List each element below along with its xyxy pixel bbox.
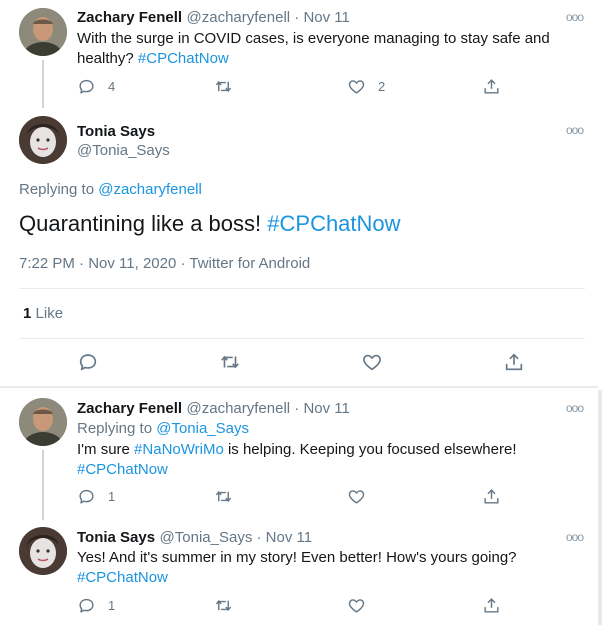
share-button[interactable]: [482, 596, 501, 615]
reply-icon: [77, 487, 96, 506]
author-name[interactable]: Tonia Says: [77, 529, 155, 546]
retweet-icon: [214, 596, 233, 615]
replying-to-handle[interactable]: @zacharyfenell: [98, 181, 202, 198]
avatar-image: [19, 398, 67, 446]
avatar-image: [19, 527, 67, 575]
more-options-icon[interactable]: ooo: [566, 401, 584, 415]
author-name[interactable]: Tonia Says: [77, 123, 155, 140]
avatar-zachary[interactable]: [19, 398, 67, 446]
share-button[interactable]: [503, 351, 525, 373]
scrollbar[interactable]: [598, 390, 602, 625]
author-handle-time[interactable]: @zacharyfenell · Nov 11: [187, 400, 350, 417]
tweet-text: I'm sure #NaNoWriMo is helping. Keeping …: [77, 440, 577, 480]
hashtag-link[interactable]: #CPChatNow: [267, 211, 400, 236]
replying-to-label: Replying to: [19, 181, 95, 198]
share-icon: [503, 351, 525, 373]
replying-to: Replying to @zacharyfenell: [19, 181, 202, 198]
replying-to-label: Replying to: [77, 420, 153, 437]
author-name[interactable]: Zachary Fenell: [77, 9, 182, 26]
tweet-timestamp[interactable]: 7:22 PM · Nov 11, 2020 · Twitter for And…: [19, 255, 310, 272]
reply-button[interactable]: 4: [77, 77, 115, 96]
like-button[interactable]: [347, 487, 366, 506]
hashtag-link[interactable]: #CPChatNow: [77, 461, 168, 478]
more-options-icon[interactable]: ooo: [566, 10, 584, 24]
share-button[interactable]: [482, 77, 501, 96]
more-options-icon[interactable]: ooo: [566, 123, 584, 137]
avatar-image: [19, 116, 67, 164]
tweet-body-end: is helping. Keeping you focused elsewher…: [227, 441, 517, 458]
likes-count: 1: [23, 305, 32, 322]
retweet-button[interactable]: [219, 351, 241, 373]
tweet-text: With the surge in COVID cases, is everyo…: [77, 29, 577, 69]
retweet-button[interactable]: [214, 77, 233, 96]
reply-icon: [77, 77, 96, 96]
avatar-tonia[interactable]: [19, 527, 67, 575]
retweet-icon: [219, 351, 241, 373]
author-handle-time[interactable]: @Tonia_Says · Nov 11: [160, 529, 313, 546]
reply-button[interactable]: 1: [77, 596, 115, 615]
hashtag-link[interactable]: #CPChatNow: [138, 50, 229, 67]
like-button[interactable]: [361, 351, 383, 373]
likes-summary[interactable]: 1 Like: [23, 305, 63, 322]
reply-button[interactable]: 1: [77, 487, 115, 506]
hashtag-link[interactable]: #NaNoWriMo: [134, 441, 224, 458]
share-icon: [482, 596, 501, 615]
likes-label: Like: [35, 305, 64, 322]
reply-count: 1: [108, 598, 116, 613]
heart-icon: [361, 351, 383, 373]
share-icon: [482, 487, 501, 506]
author-handle[interactable]: @Tonia_Says: [77, 142, 170, 159]
heart-icon: [347, 596, 366, 615]
share-icon: [482, 77, 501, 96]
thread-line: [42, 450, 44, 520]
avatar-image: [19, 8, 67, 56]
share-button[interactable]: [482, 487, 501, 506]
reply-count: 1: [108, 489, 116, 504]
more-options-icon[interactable]: ooo: [566, 530, 584, 544]
replying-to-handle[interactable]: @Tonia_Says: [156, 420, 249, 437]
reply-icon: [77, 351, 99, 373]
heart-icon: [347, 77, 366, 96]
tweet-text: Yes! And it's summer in my story! Even b…: [77, 548, 577, 588]
retweet-button[interactable]: [214, 596, 233, 615]
tweet-body-start: I'm sure: [77, 441, 130, 458]
like-button[interactable]: [347, 596, 366, 615]
replying-to: Replying to @Tonia_Says: [77, 420, 249, 437]
retweet-icon: [214, 487, 233, 506]
reply-count: 4: [108, 79, 116, 94]
avatar-zachary[interactable]: [19, 8, 67, 56]
divider: [19, 288, 585, 289]
reply-icon: [77, 596, 96, 615]
reply-button[interactable]: [77, 351, 99, 373]
hashtag-link[interactable]: #CPChatNow: [77, 569, 168, 586]
author-name[interactable]: Zachary Fenell: [77, 400, 182, 417]
thread-line: [42, 60, 44, 108]
like-count: 2: [378, 79, 386, 94]
section-divider: [0, 386, 598, 388]
divider: [19, 338, 585, 339]
tweet-body: Yes! And it's summer in my story! Even b…: [77, 549, 517, 566]
retweet-button[interactable]: [214, 487, 233, 506]
tweet-body: Quarantining like a boss!: [19, 211, 262, 236]
tweet-text: Quarantining like a boss! #CPChatNow: [19, 210, 401, 238]
heart-icon: [347, 487, 366, 506]
avatar-tonia[interactable]: [19, 116, 67, 164]
author-handle-time[interactable]: @zacharyfenell · Nov 11: [187, 9, 350, 26]
like-button[interactable]: 2: [347, 77, 385, 96]
retweet-icon: [214, 77, 233, 96]
